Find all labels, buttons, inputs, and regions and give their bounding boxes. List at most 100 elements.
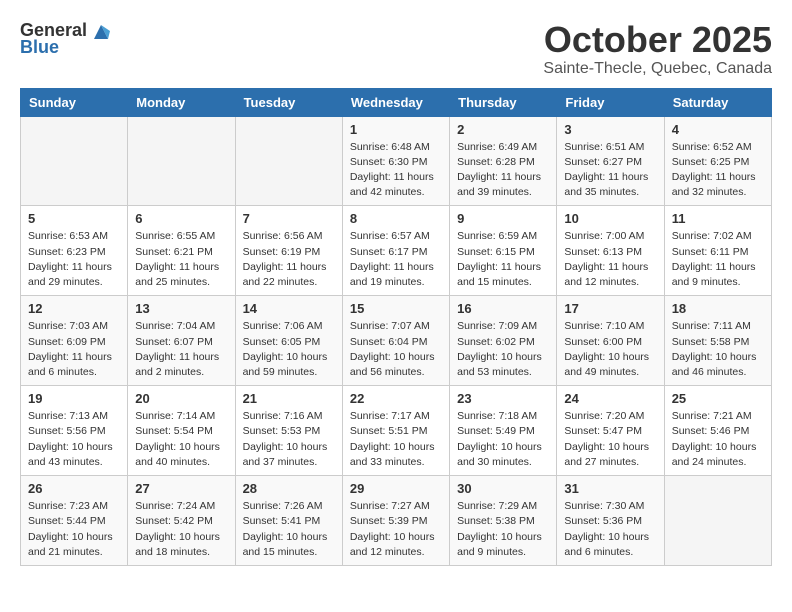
table-row: 12 Sunrise: 7:03 AM Sunset: 6:09 PM Dayli… bbox=[21, 296, 128, 386]
table-row bbox=[664, 476, 771, 566]
col-thursday: Thursday bbox=[450, 88, 557, 116]
table-row: 19 Sunrise: 7:13 AM Sunset: 5:56 PM Dayli… bbox=[21, 386, 128, 476]
day-number: 20 bbox=[135, 391, 227, 406]
day-info: Sunrise: 7:04 AM Sunset: 6:07 PM Dayligh… bbox=[135, 319, 227, 380]
table-row: 3Sunrise: 6:51 AM Sunset: 6:27 PM Daylig… bbox=[557, 116, 664, 206]
day-number: 13 bbox=[135, 301, 227, 316]
day-number: 23 bbox=[457, 391, 549, 406]
day-info: Sunrise: 6:53 AM Sunset: 6:23 PM Dayligh… bbox=[28, 229, 120, 290]
day-info: Sunrise: 6:51 AM Sunset: 6:27 PM Dayligh… bbox=[564, 140, 656, 201]
day-number: 19 bbox=[28, 391, 120, 406]
table-row: 4 Sunrise: 6:52 AM Sunset: 6:25 PM Daylig… bbox=[664, 116, 771, 206]
table-row: 17 Sunrise: 7:10 AM Sunset: 6:00 PM Dayli… bbox=[557, 296, 664, 386]
day-number: 6 bbox=[135, 211, 227, 226]
day-info: Sunrise: 6:55 AM Sunset: 6:21 PM Dayligh… bbox=[135, 229, 227, 290]
table-row: 28 Sunrise: 7:26 AM Sunset: 5:41 PM Dayli… bbox=[235, 476, 342, 566]
day-info: Sunrise: 7:30 AM Sunset: 5:36 PM Dayligh… bbox=[564, 499, 656, 560]
day-info: Sunrise: 7:13 AM Sunset: 5:56 PM Dayligh… bbox=[28, 409, 120, 470]
table-row: 31 Sunrise: 7:30 AM Sunset: 5:36 PM Dayli… bbox=[557, 476, 664, 566]
day-info: Sunrise: 6:56 AM Sunset: 6:19 PM Dayligh… bbox=[243, 229, 335, 290]
table-row: 24Sunrise: 7:20 AM Sunset: 5:47 PM Dayli… bbox=[557, 386, 664, 476]
table-row: 10 Sunrise: 7:00 AM Sunset: 6:13 PM Dayli… bbox=[557, 206, 664, 296]
day-info: Sunrise: 6:49 AM Sunset: 6:28 PM Dayligh… bbox=[457, 140, 549, 201]
table-row: 9Sunrise: 6:59 AM Sunset: 6:15 PM Daylig… bbox=[450, 206, 557, 296]
table-row: 29 Sunrise: 7:27 AM Sunset: 5:39 PM Dayli… bbox=[342, 476, 449, 566]
table-row: 22 Sunrise: 7:17 AM Sunset: 5:51 PM Dayli… bbox=[342, 386, 449, 476]
day-number: 12 bbox=[28, 301, 120, 316]
day-info: Sunrise: 7:21 AM Sunset: 5:46 PM Dayligh… bbox=[672, 409, 764, 470]
table-row: 26Sunrise: 7:23 AM Sunset: 5:44 PM Dayli… bbox=[21, 476, 128, 566]
table-row: 21 Sunrise: 7:16 AM Sunset: 5:53 PM Dayli… bbox=[235, 386, 342, 476]
day-info: Sunrise: 7:29 AM Sunset: 5:38 PM Dayligh… bbox=[457, 499, 549, 560]
day-number: 11 bbox=[672, 211, 764, 226]
day-number: 16 bbox=[457, 301, 549, 316]
calendar-week-5: 26Sunrise: 7:23 AM Sunset: 5:44 PM Dayli… bbox=[21, 476, 772, 566]
day-info: Sunrise: 7:10 AM Sunset: 6:00 PM Dayligh… bbox=[564, 319, 656, 380]
logo: General Blue bbox=[20, 20, 112, 58]
day-info: Sunrise: 7:00 AM Sunset: 6:13 PM Dayligh… bbox=[564, 229, 656, 290]
table-row: 5 Sunrise: 6:53 AM Sunset: 6:23 PM Daylig… bbox=[21, 206, 128, 296]
logo-icon bbox=[90, 21, 112, 41]
day-info: Sunrise: 7:18 AM Sunset: 5:49 PM Dayligh… bbox=[457, 409, 549, 470]
table-row bbox=[21, 116, 128, 206]
day-info: Sunrise: 7:11 AM Sunset: 5:58 PM Dayligh… bbox=[672, 319, 764, 380]
table-row bbox=[128, 116, 235, 206]
table-row: 8 Sunrise: 6:57 AM Sunset: 6:17 PM Daylig… bbox=[342, 206, 449, 296]
day-number: 5 bbox=[28, 211, 120, 226]
day-number: 28 bbox=[243, 481, 335, 496]
day-info: Sunrise: 7:26 AM Sunset: 5:41 PM Dayligh… bbox=[243, 499, 335, 560]
calendar-week-3: 12 Sunrise: 7:03 AM Sunset: 6:09 PM Dayli… bbox=[21, 296, 772, 386]
day-info: Sunrise: 7:02 AM Sunset: 6:11 PM Dayligh… bbox=[672, 229, 764, 290]
day-number: 7 bbox=[243, 211, 335, 226]
day-info: Sunrise: 7:17 AM Sunset: 5:51 PM Dayligh… bbox=[350, 409, 442, 470]
day-info: Sunrise: 7:27 AM Sunset: 5:39 PM Dayligh… bbox=[350, 499, 442, 560]
table-row: 6 Sunrise: 6:55 AM Sunset: 6:21 PM Daylig… bbox=[128, 206, 235, 296]
page-header: General Blue October 2025 Sainte-Thecle,… bbox=[20, 20, 772, 78]
table-row: 7 Sunrise: 6:56 AM Sunset: 6:19 PM Daylig… bbox=[235, 206, 342, 296]
day-number: 31 bbox=[564, 481, 656, 496]
month-title: October 2025 bbox=[543, 20, 772, 60]
location: Sainte-Thecle, Quebec, Canada bbox=[543, 60, 772, 78]
col-wednesday: Wednesday bbox=[342, 88, 449, 116]
day-info: Sunrise: 6:52 AM Sunset: 6:25 PM Dayligh… bbox=[672, 140, 764, 201]
day-info: Sunrise: 6:57 AM Sunset: 6:17 PM Dayligh… bbox=[350, 229, 442, 290]
day-number: 8 bbox=[350, 211, 442, 226]
day-info: Sunrise: 7:16 AM Sunset: 5:53 PM Dayligh… bbox=[243, 409, 335, 470]
day-number: 21 bbox=[243, 391, 335, 406]
day-number: 14 bbox=[243, 301, 335, 316]
table-row: 11 Sunrise: 7:02 AM Sunset: 6:11 PM Dayli… bbox=[664, 206, 771, 296]
calendar-table: Sunday Monday Tuesday Wednesday Thursday… bbox=[20, 88, 772, 566]
day-info: Sunrise: 7:09 AM Sunset: 6:02 PM Dayligh… bbox=[457, 319, 549, 380]
day-number: 30 bbox=[457, 481, 549, 496]
day-number: 29 bbox=[350, 481, 442, 496]
day-info: Sunrise: 7:14 AM Sunset: 5:54 PM Dayligh… bbox=[135, 409, 227, 470]
day-number: 22 bbox=[350, 391, 442, 406]
col-saturday: Saturday bbox=[664, 88, 771, 116]
day-number: 2 bbox=[457, 122, 549, 137]
col-monday: Monday bbox=[128, 88, 235, 116]
title-section: October 2025 Sainte-Thecle, Quebec, Cana… bbox=[543, 20, 772, 78]
day-number: 4 bbox=[672, 122, 764, 137]
table-row: 2 Sunrise: 6:49 AM Sunset: 6:28 PM Daylig… bbox=[450, 116, 557, 206]
col-friday: Friday bbox=[557, 88, 664, 116]
table-row: 23 Sunrise: 7:18 AM Sunset: 5:49 PM Dayli… bbox=[450, 386, 557, 476]
day-number: 15 bbox=[350, 301, 442, 316]
table-row: 18Sunrise: 7:11 AM Sunset: 5:58 PM Dayli… bbox=[664, 296, 771, 386]
table-row: 15Sunrise: 7:07 AM Sunset: 6:04 PM Dayli… bbox=[342, 296, 449, 386]
col-tuesday: Tuesday bbox=[235, 88, 342, 116]
day-info: Sunrise: 7:06 AM Sunset: 6:05 PM Dayligh… bbox=[243, 319, 335, 380]
day-number: 24 bbox=[564, 391, 656, 406]
day-info: Sunrise: 6:48 AM Sunset: 6:30 PM Dayligh… bbox=[350, 140, 442, 201]
calendar-header-row: Sunday Monday Tuesday Wednesday Thursday… bbox=[21, 88, 772, 116]
day-number: 27 bbox=[135, 481, 227, 496]
calendar-week-2: 5 Sunrise: 6:53 AM Sunset: 6:23 PM Daylig… bbox=[21, 206, 772, 296]
day-number: 9 bbox=[457, 211, 549, 226]
day-number: 26 bbox=[28, 481, 120, 496]
day-number: 1 bbox=[350, 122, 442, 137]
table-row: 16 Sunrise: 7:09 AM Sunset: 6:02 PM Dayli… bbox=[450, 296, 557, 386]
day-info: Sunrise: 7:03 AM Sunset: 6:09 PM Dayligh… bbox=[28, 319, 120, 380]
day-number: 10 bbox=[564, 211, 656, 226]
day-number: 17 bbox=[564, 301, 656, 316]
table-row: 30 Sunrise: 7:29 AM Sunset: 5:38 PM Dayli… bbox=[450, 476, 557, 566]
table-row: 1 Sunrise: 6:48 AM Sunset: 6:30 PM Daylig… bbox=[342, 116, 449, 206]
